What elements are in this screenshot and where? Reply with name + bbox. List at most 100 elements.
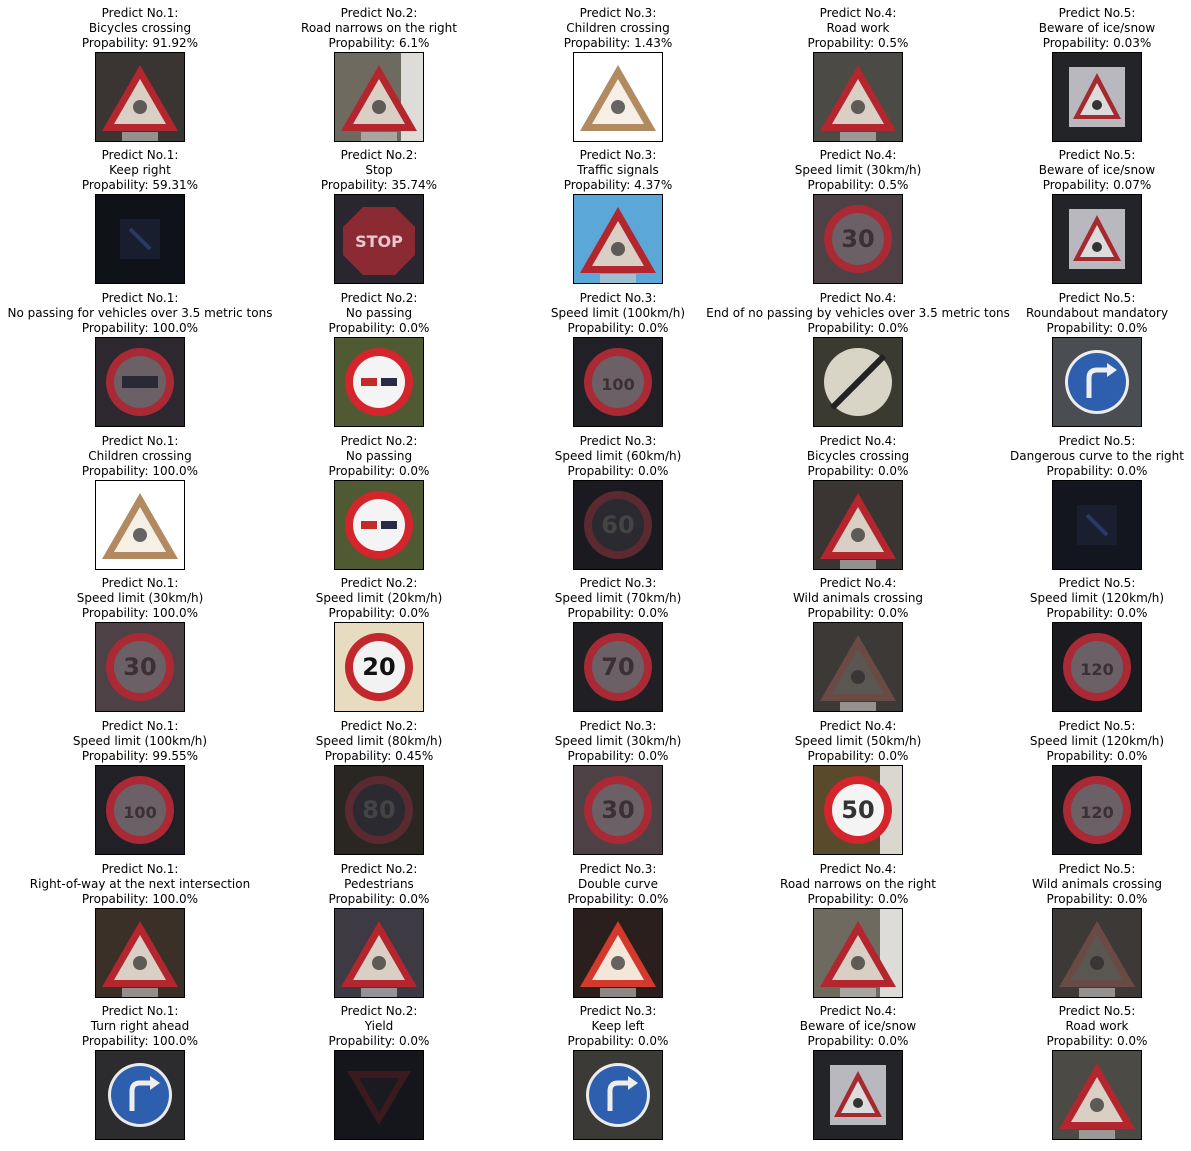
prediction-title: Predict No.1: Bicycles crossing Propabilit… — [82, 6, 198, 51]
prediction-rank: Predict No.3: — [579, 1004, 657, 1018]
prediction-label: Road work — [1065, 1019, 1129, 1033]
sign-image — [1052, 52, 1142, 142]
prediction-probability: Propability: 0.0% — [807, 1034, 909, 1048]
children-icon — [574, 53, 662, 141]
prediction-probability: Propability: 100.0% — [81, 464, 199, 478]
prediction-title: Predict No.5: Wild animals crossing Propab… — [1032, 862, 1162, 907]
prediction-title: Predict No.3: Keep left Propability: 0.0% — [568, 1004, 669, 1049]
prediction-rank: Predict No.4: — [819, 862, 897, 876]
prediction-title: Predict No.1: Children crossing Propabilit… — [82, 434, 198, 479]
prediction-label: No passing — [345, 449, 413, 463]
prediction-label: Children crossing — [88, 449, 192, 463]
prediction-title: Predict No.4: Bicycles crossing Propabilit… — [807, 434, 909, 479]
prediction-title: Predict No.4: Road work Propability: 0.5% — [808, 6, 909, 51]
prediction-probability: Propability: 0.5% — [807, 36, 909, 50]
svg-text:120: 120 — [1080, 660, 1113, 679]
prediction-probability: Propability: 0.0% — [1046, 606, 1148, 620]
prediction-probability: Propability: 0.0% — [807, 892, 909, 906]
prediction-rank: Predict No.3: — [579, 148, 657, 162]
prediction-title: Predict No.5: Speed limit (120km/h) Propab… — [1030, 719, 1164, 764]
sign-image: 60 — [573, 480, 663, 570]
prediction-probability: Propability: 4.37% — [563, 178, 673, 192]
prediction-title: Predict No.4: Speed limit (50km/h) Propabi… — [795, 719, 922, 764]
prediction-probability: Propability: 100.0% — [81, 1034, 199, 1048]
end-restriction-icon — [814, 338, 902, 426]
speed-20-icon: 20 — [335, 623, 423, 711]
prediction-probability: Propability: 0.0% — [1046, 892, 1148, 906]
prediction-probability: Propability: 0.0% — [1046, 749, 1148, 763]
prediction-label: Speed limit (120km/h) — [1029, 734, 1165, 748]
prediction-rank: Predict No.1: — [101, 576, 179, 590]
truck-icon — [96, 338, 184, 426]
svg-text:100: 100 — [601, 375, 634, 394]
prediction-label: Wild animals crossing — [1031, 877, 1163, 891]
prediction-probability: Propability: 0.0% — [1046, 321, 1148, 335]
prediction-label: Speed limit (20km/h) — [315, 591, 443, 605]
stop-icon: STOP — [335, 195, 423, 283]
sign-image — [95, 337, 185, 427]
sign-image: STOP — [334, 194, 424, 284]
prediction-title: Predict No.3: Children crossing Propabilit… — [564, 6, 673, 51]
prediction-rank: Predict No.5: — [1058, 576, 1136, 590]
svg-text:30: 30 — [123, 653, 156, 681]
prediction-title: Predict No.2: Pedestrians Propability: 0.0… — [329, 862, 430, 907]
sign-image — [573, 52, 663, 142]
sign-image — [813, 1050, 903, 1140]
prediction-label: Speed limit (30km/h) — [554, 734, 682, 748]
turn-right-icon — [96, 1051, 184, 1139]
prediction-label: Pedestrians — [344, 877, 414, 891]
prediction-title: Predict No.5: Roundabout mandatory Propabi… — [1026, 291, 1168, 336]
svg-text:30: 30 — [601, 796, 634, 824]
svg-text:20: 20 — [362, 653, 395, 681]
prediction-title: Predict No.5: Beware of ice/snow Propabili… — [1039, 148, 1155, 193]
sign-image: 30 — [573, 765, 663, 855]
traffic-light-icon — [574, 195, 662, 283]
bike-icon — [96, 53, 184, 141]
speed-30-icon: 30 — [814, 195, 902, 283]
svg-text:30: 30 — [841, 225, 874, 253]
prediction-label: Speed limit (30km/h) — [794, 163, 922, 177]
prediction-rank: Predict No.3: — [579, 862, 657, 876]
keep-left-icon — [574, 1051, 662, 1139]
prediction-probability: Propability: 0.07% — [1042, 178, 1152, 192]
prediction-title: Predict No.5: Road work Propability: 0.0% — [1047, 1004, 1148, 1049]
prediction-rank: Predict No.2: — [340, 434, 418, 448]
prediction-title: Predict No.2: No passing Propability: 0.0% — [329, 291, 430, 336]
prediction-rank: Predict No.4: — [819, 576, 897, 590]
prediction-rank: Predict No.3: — [579, 434, 657, 448]
prediction-title: Predict No.2: Road narrows on the right Pr… — [301, 6, 457, 51]
prediction-title: Predict No.4: Beware of ice/snow Propabili… — [800, 1004, 916, 1049]
prediction-title: Predict No.3: Traffic signals Propability:… — [564, 148, 673, 193]
prediction-label: Beware of ice/snow — [1038, 21, 1156, 35]
sign-image: 100 — [573, 337, 663, 427]
prediction-title: Predict No.2: Speed limit (80km/h) Propabi… — [316, 719, 443, 764]
sign-image — [813, 908, 903, 998]
speed-50-icon: 50 — [814, 766, 902, 854]
sign-image: 70 — [573, 622, 663, 712]
prediction-probability: Propability: 0.0% — [567, 1034, 669, 1048]
prediction-title: Predict No.4: Speed limit (30km/h) Propabi… — [795, 148, 922, 193]
pedestrian-icon — [335, 909, 423, 997]
prediction-label: Speed limit (100km/h) — [72, 734, 208, 748]
prediction-probability: Propability: 100.0% — [81, 892, 199, 906]
svg-text:60: 60 — [601, 511, 634, 539]
prediction-rank: Predict No.1: — [101, 1004, 179, 1018]
svg-text:70: 70 — [601, 653, 634, 681]
sign-image — [1052, 1050, 1142, 1140]
sign-image — [813, 52, 903, 142]
prediction-probability: Propability: 0.0% — [807, 749, 909, 763]
sign-image: 20 — [334, 622, 424, 712]
prediction-rank: Predict No.4: — [819, 434, 897, 448]
svg-text:100: 100 — [123, 803, 156, 822]
prediction-label: Beware of ice/snow — [1038, 163, 1156, 177]
prediction-rank: Predict No.2: — [340, 1004, 418, 1018]
prediction-rank: Predict No.4: — [819, 291, 897, 305]
prediction-probability: Propability: 0.0% — [328, 1034, 430, 1048]
sign-image — [95, 194, 185, 284]
prediction-title: Predict No.2: Speed limit (20km/h) Propabi… — [316, 576, 443, 621]
sign-image: 30 — [95, 622, 185, 712]
sign-image — [1052, 908, 1142, 998]
prediction-probability: Propability: 0.0% — [328, 892, 430, 906]
prediction-rank: Predict No.1: — [101, 719, 179, 733]
speed-30-icon: 30 — [574, 766, 662, 854]
